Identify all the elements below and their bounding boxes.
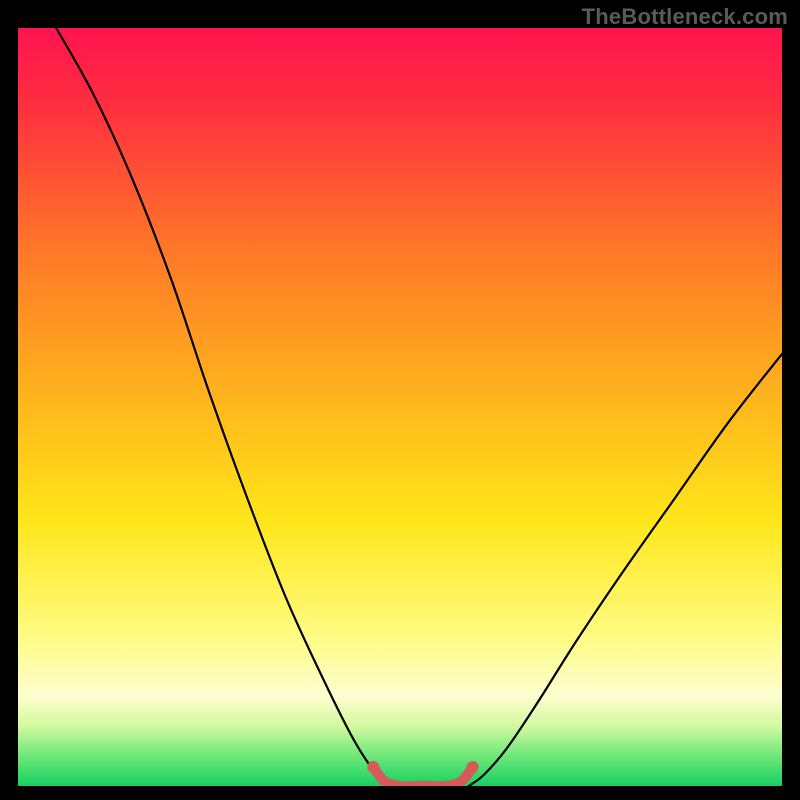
valley-highlight-endpoint [367, 761, 379, 773]
bottleneck-chart [18, 28, 782, 786]
valley-highlight-endpoint [467, 761, 479, 773]
watermark-text: TheBottleneck.com [582, 4, 788, 30]
chart-container [18, 28, 782, 786]
chart-background [18, 28, 782, 786]
